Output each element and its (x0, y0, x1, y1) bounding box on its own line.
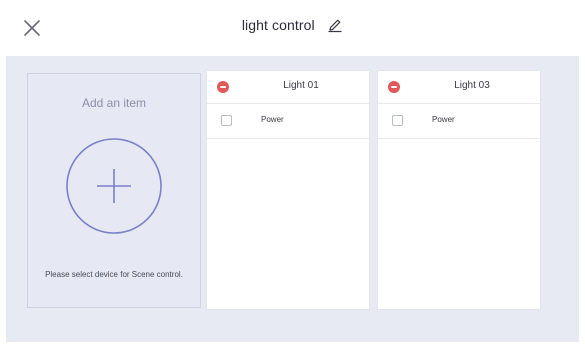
device-card-light-03: Light 03 Power (377, 70, 541, 310)
plus-circle-icon (66, 138, 162, 234)
page-title: light control (241, 16, 315, 33)
add-item-button[interactable] (64, 136, 164, 236)
device-name: Light 03 (454, 80, 490, 91)
device-function-row: Power (207, 104, 369, 139)
device-function-row: Power (378, 104, 540, 139)
function-label: Power (432, 115, 455, 124)
remove-device-button[interactable] (217, 81, 229, 93)
device-card-light-01: Light 01 Power (206, 70, 370, 310)
pencil-icon (328, 19, 342, 32)
add-item-hint: Please select device for Scene control. (45, 270, 183, 279)
power-checkbox[interactable] (221, 115, 232, 126)
add-item-title: Add an item (81, 96, 147, 110)
device-name: Light 01 (283, 80, 319, 91)
power-checkbox[interactable] (392, 115, 403, 126)
title-area: light control (0, 16, 585, 40)
top-bar: light control (0, 0, 585, 56)
device-card-header: Light 03 (378, 71, 540, 104)
edit-title-button[interactable] (327, 17, 343, 33)
add-item-card[interactable]: Add an item Please select device for Sce… (27, 73, 201, 308)
function-label: Power (261, 115, 284, 124)
device-card-header: Light 01 (207, 71, 369, 104)
remove-device-button[interactable] (388, 81, 400, 93)
scene-content-area: Add an item Please select device for Sce… (6, 56, 579, 342)
